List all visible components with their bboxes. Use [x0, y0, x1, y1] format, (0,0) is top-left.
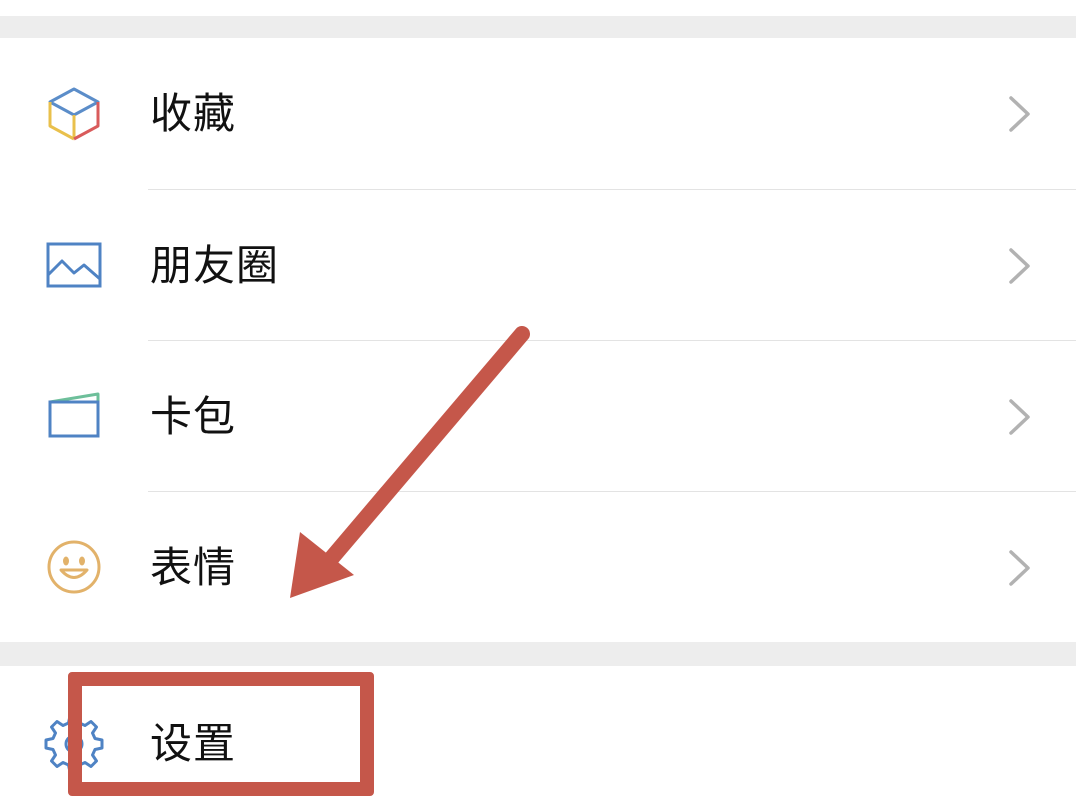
card-wallet-icon: [44, 386, 104, 446]
menu-item-label: 表情: [150, 542, 237, 592]
watermark-smudge: [760, 690, 1076, 804]
top-band: [0, 0, 1076, 16]
menu-group-main: 收藏 朋友圈 卡包 表情: [0, 38, 1076, 642]
menu-item-moments[interactable]: 朋友圈: [0, 190, 1076, 341]
chevron-right-icon: [1004, 548, 1034, 588]
menu-item-label: 收藏: [150, 88, 237, 138]
chevron-right-icon: [1004, 94, 1034, 134]
menu-item-label: 卡包: [150, 391, 237, 441]
menu-item-emoji[interactable]: 表情: [0, 492, 1076, 643]
chevron-right-icon: [1004, 246, 1034, 286]
annotation-highlight-box: [68, 672, 374, 796]
chevron-right-icon: [1004, 397, 1034, 437]
menu-item-favorites[interactable]: 收藏: [0, 38, 1076, 189]
favorites-cube-icon: [44, 83, 104, 143]
emoji-smile-icon: [44, 537, 104, 597]
menu-item-card-wallet[interactable]: 卡包: [0, 341, 1076, 492]
menu-item-label: 朋友圈: [150, 240, 280, 290]
moments-image-icon: [44, 235, 104, 295]
